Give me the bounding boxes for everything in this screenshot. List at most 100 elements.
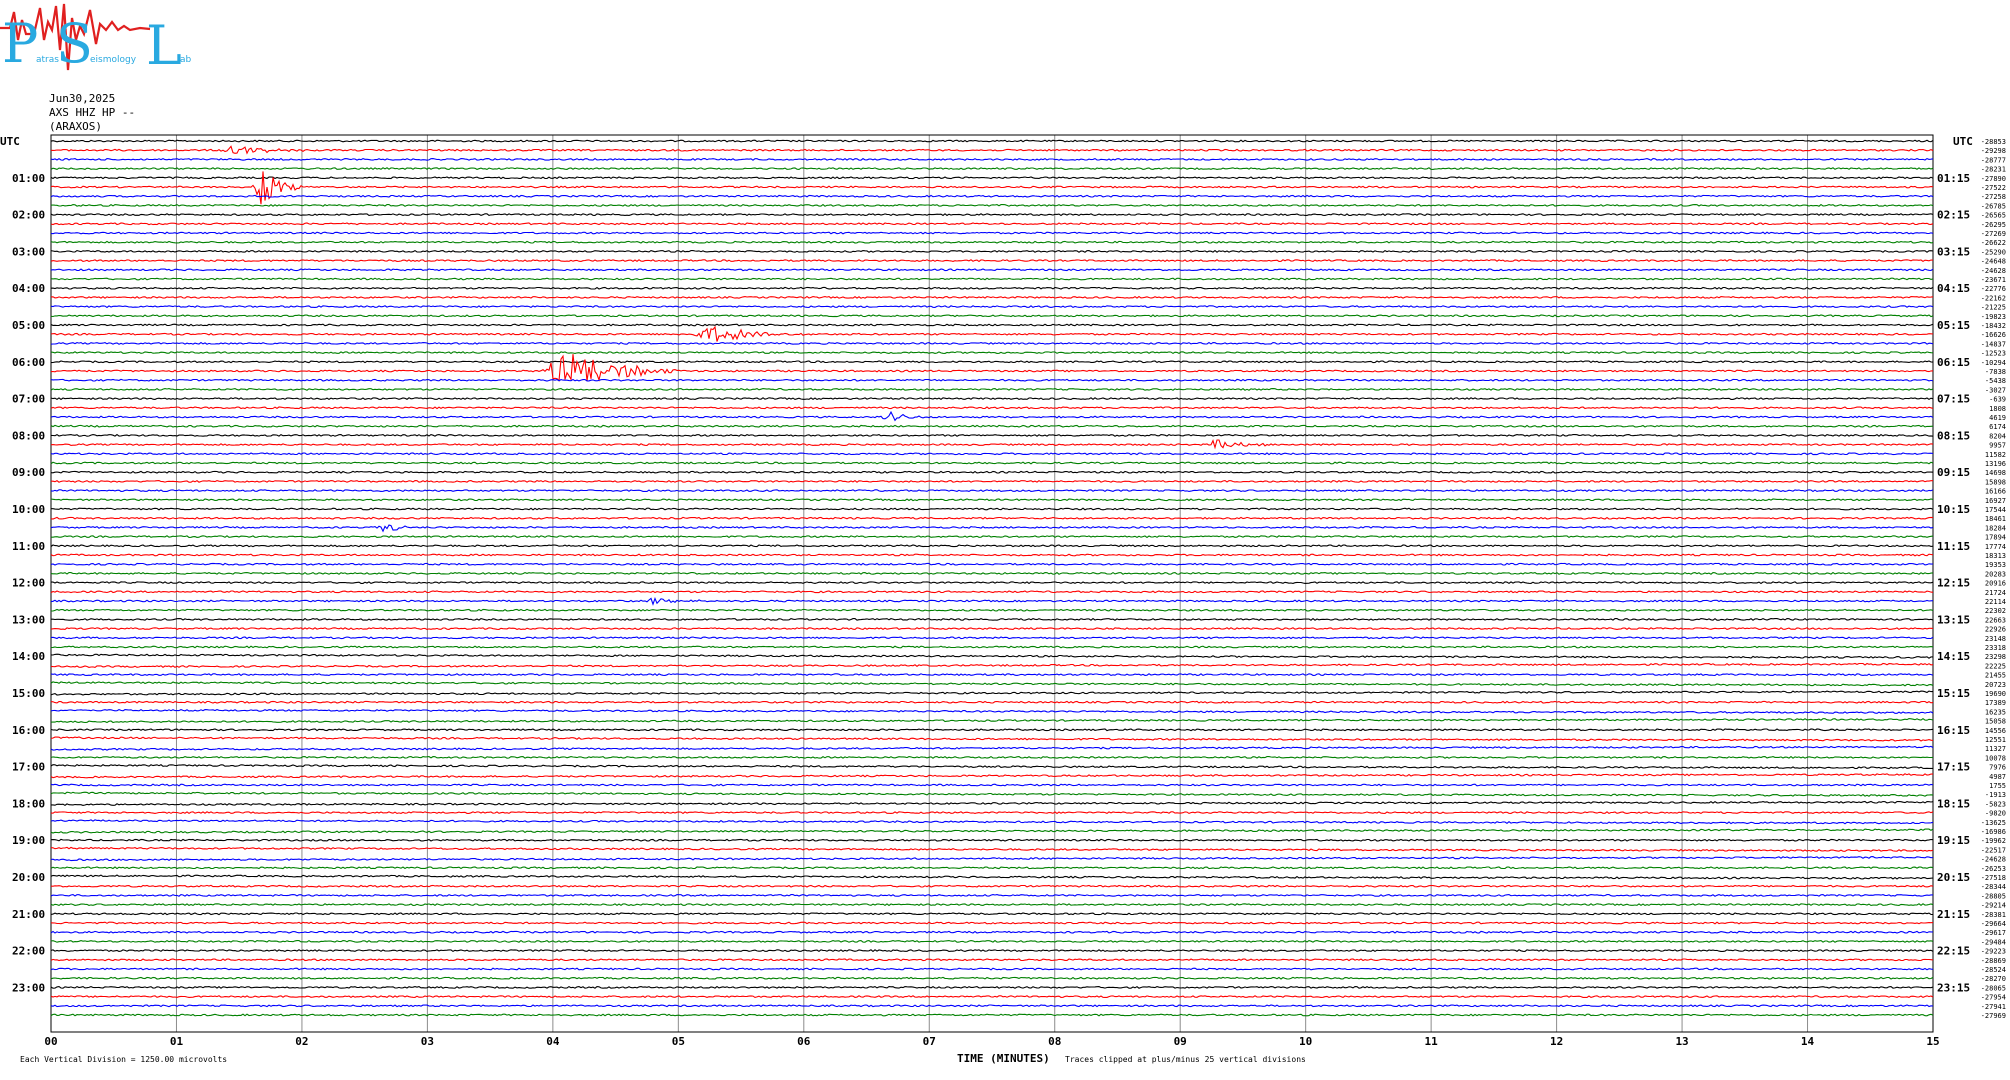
trace-offset-label: 23298 bbox=[1985, 653, 2006, 661]
trace-offset-label: -26565 bbox=[1981, 212, 2006, 220]
trace-offset-label: 18313 bbox=[1985, 552, 2006, 560]
seismic-trace bbox=[50, 553, 1934, 557]
seismic-trace bbox=[50, 903, 1934, 907]
seismic-trace bbox=[50, 433, 1934, 437]
seismic-trace bbox=[50, 378, 1934, 382]
trace-offset-label: -29617 bbox=[1981, 929, 2006, 937]
trace-offset-label: -22517 bbox=[1981, 846, 2006, 854]
seismic-trace bbox=[51, 617, 1934, 621]
seismic-trace bbox=[51, 884, 1934, 888]
x-tick-label: 01 bbox=[170, 1035, 184, 1048]
trace-offset-label: 16166 bbox=[1985, 488, 2006, 496]
trace-offset-label: -29298 bbox=[1981, 147, 2006, 155]
hour-label-right: 21:15 bbox=[1937, 908, 1970, 921]
seismic-trace bbox=[50, 673, 1934, 677]
seismic-trace bbox=[50, 277, 1934, 281]
trace-offset-label: -27518 bbox=[1981, 874, 2006, 882]
trace-offset-label: -639 bbox=[1989, 396, 2006, 404]
trace-offset-label: 22225 bbox=[1985, 662, 2006, 670]
trace-offset-label: -13625 bbox=[1981, 819, 2006, 827]
x-tick-label: 14 bbox=[1801, 1035, 1815, 1048]
seismic-trace bbox=[51, 800, 1934, 806]
seismic-trace bbox=[50, 516, 1934, 520]
hour-label-left: 07:00 bbox=[12, 393, 45, 406]
trace-offset-label: -29664 bbox=[1981, 920, 2006, 928]
x-axis-title: TIME (MINUTES) bbox=[957, 1052, 1050, 1065]
trace-offset-label: -27969 bbox=[1981, 1012, 2006, 1020]
seismic-trace bbox=[50, 286, 1934, 290]
trace-offset-label: -26295 bbox=[1981, 221, 2006, 229]
trace-offset-label: 14556 bbox=[1985, 727, 2006, 735]
trace-offset-label: -26785 bbox=[1981, 202, 2006, 210]
seismic-trace bbox=[50, 755, 1934, 759]
x-tick-label: 13 bbox=[1675, 1035, 1688, 1048]
seismic-trace bbox=[50, 222, 1934, 226]
trace-offset-label: -29484 bbox=[1981, 938, 2006, 946]
hour-label-left: 20:00 bbox=[12, 871, 45, 884]
seismic-trace bbox=[50, 590, 1934, 594]
hour-label-right: 01:15 bbox=[1937, 172, 1970, 185]
trace-offset-label: -5438 bbox=[1985, 377, 2006, 385]
trace-offset-label: 22302 bbox=[1985, 607, 2006, 615]
hour-label-left: 04:00 bbox=[12, 282, 45, 295]
hour-label-right: 02:15 bbox=[1937, 209, 1970, 222]
seismic-trace bbox=[50, 728, 1934, 732]
seismic-trace bbox=[50, 828, 1934, 834]
hour-label-left: 05:00 bbox=[12, 319, 45, 332]
seismic-trace bbox=[50, 203, 1934, 207]
hour-label-left: 15:00 bbox=[12, 687, 45, 700]
seismic-trace bbox=[50, 571, 1934, 575]
seismic-trace bbox=[50, 354, 1933, 382]
hour-label-left: 08:00 bbox=[12, 429, 45, 442]
trace-offset-label: -27941 bbox=[1981, 1003, 2006, 1011]
x-tick-label: 11 bbox=[1425, 1035, 1439, 1048]
seismic-trace bbox=[50, 921, 1934, 925]
seismic-trace bbox=[50, 976, 1934, 980]
seismic-trace bbox=[50, 171, 1934, 205]
trace-offset-label: 13196 bbox=[1985, 460, 2006, 468]
seismic-trace bbox=[50, 461, 1934, 465]
trace-offset-label: 10078 bbox=[1985, 754, 2006, 762]
hour-label-right: 17:15 bbox=[1937, 761, 1970, 774]
trace-offset-label: -27269 bbox=[1981, 230, 2006, 238]
seismic-trace bbox=[50, 930, 1934, 934]
left-axis-label: UTC bbox=[0, 135, 20, 148]
trace-offset-label: -14837 bbox=[1981, 340, 2006, 348]
trace-offset-label: -12523 bbox=[1981, 350, 2006, 358]
seismic-trace bbox=[50, 240, 1934, 244]
trace-offset-label: 9957 bbox=[1989, 442, 2006, 450]
seismic-trace bbox=[50, 325, 1934, 342]
x-tick-label: 02 bbox=[295, 1035, 308, 1048]
seismic-trace bbox=[50, 397, 1934, 401]
seismic-trace bbox=[50, 874, 1934, 880]
seismic-trace bbox=[50, 939, 1934, 943]
seismic-trace bbox=[50, 995, 1934, 999]
seismic-trace bbox=[50, 194, 1934, 198]
vertical-division-note: Each Vertical Division = 1250.00 microvo… bbox=[20, 1055, 227, 1064]
seismic-trace bbox=[50, 341, 1934, 345]
trace-offset-label: -29214 bbox=[1981, 902, 2006, 910]
seismic-trace bbox=[50, 690, 1933, 696]
seismic-trace bbox=[50, 736, 1934, 742]
trace-offset-label: -16986 bbox=[1981, 828, 2006, 836]
trace-offset-label: 20283 bbox=[1985, 570, 2006, 578]
seismic-trace bbox=[50, 645, 1934, 649]
seismic-trace bbox=[50, 176, 1934, 180]
seismic-trace bbox=[50, 791, 1934, 797]
seismic-trace bbox=[51, 608, 1934, 612]
trace-offset-label: 4619 bbox=[1989, 414, 2006, 422]
trace-offset-label: -28065 bbox=[1981, 984, 2006, 992]
hour-label-left: 14:00 bbox=[12, 650, 45, 663]
seismic-trace bbox=[50, 498, 1934, 502]
seismic-trace bbox=[50, 718, 1934, 724]
trace-offset-label: -27522 bbox=[1981, 184, 2006, 192]
hour-label-right: 05:15 bbox=[1937, 319, 1970, 332]
hour-label-left: 11:00 bbox=[12, 540, 45, 553]
hour-label-right: 13:15 bbox=[1937, 613, 1970, 626]
helicorder-plot: 00 01 02 03 04 05 06 07 08 09 10 11 12 13 14 15-28853-2… bbox=[0, 134, 2006, 1065]
x-tick-label: 15 bbox=[1926, 1035, 1939, 1048]
seismic-trace bbox=[50, 838, 1934, 842]
hour-label-right: 14:15 bbox=[1937, 650, 1970, 663]
seismic-trace bbox=[50, 653, 1933, 659]
seismic-trace bbox=[50, 305, 1934, 309]
